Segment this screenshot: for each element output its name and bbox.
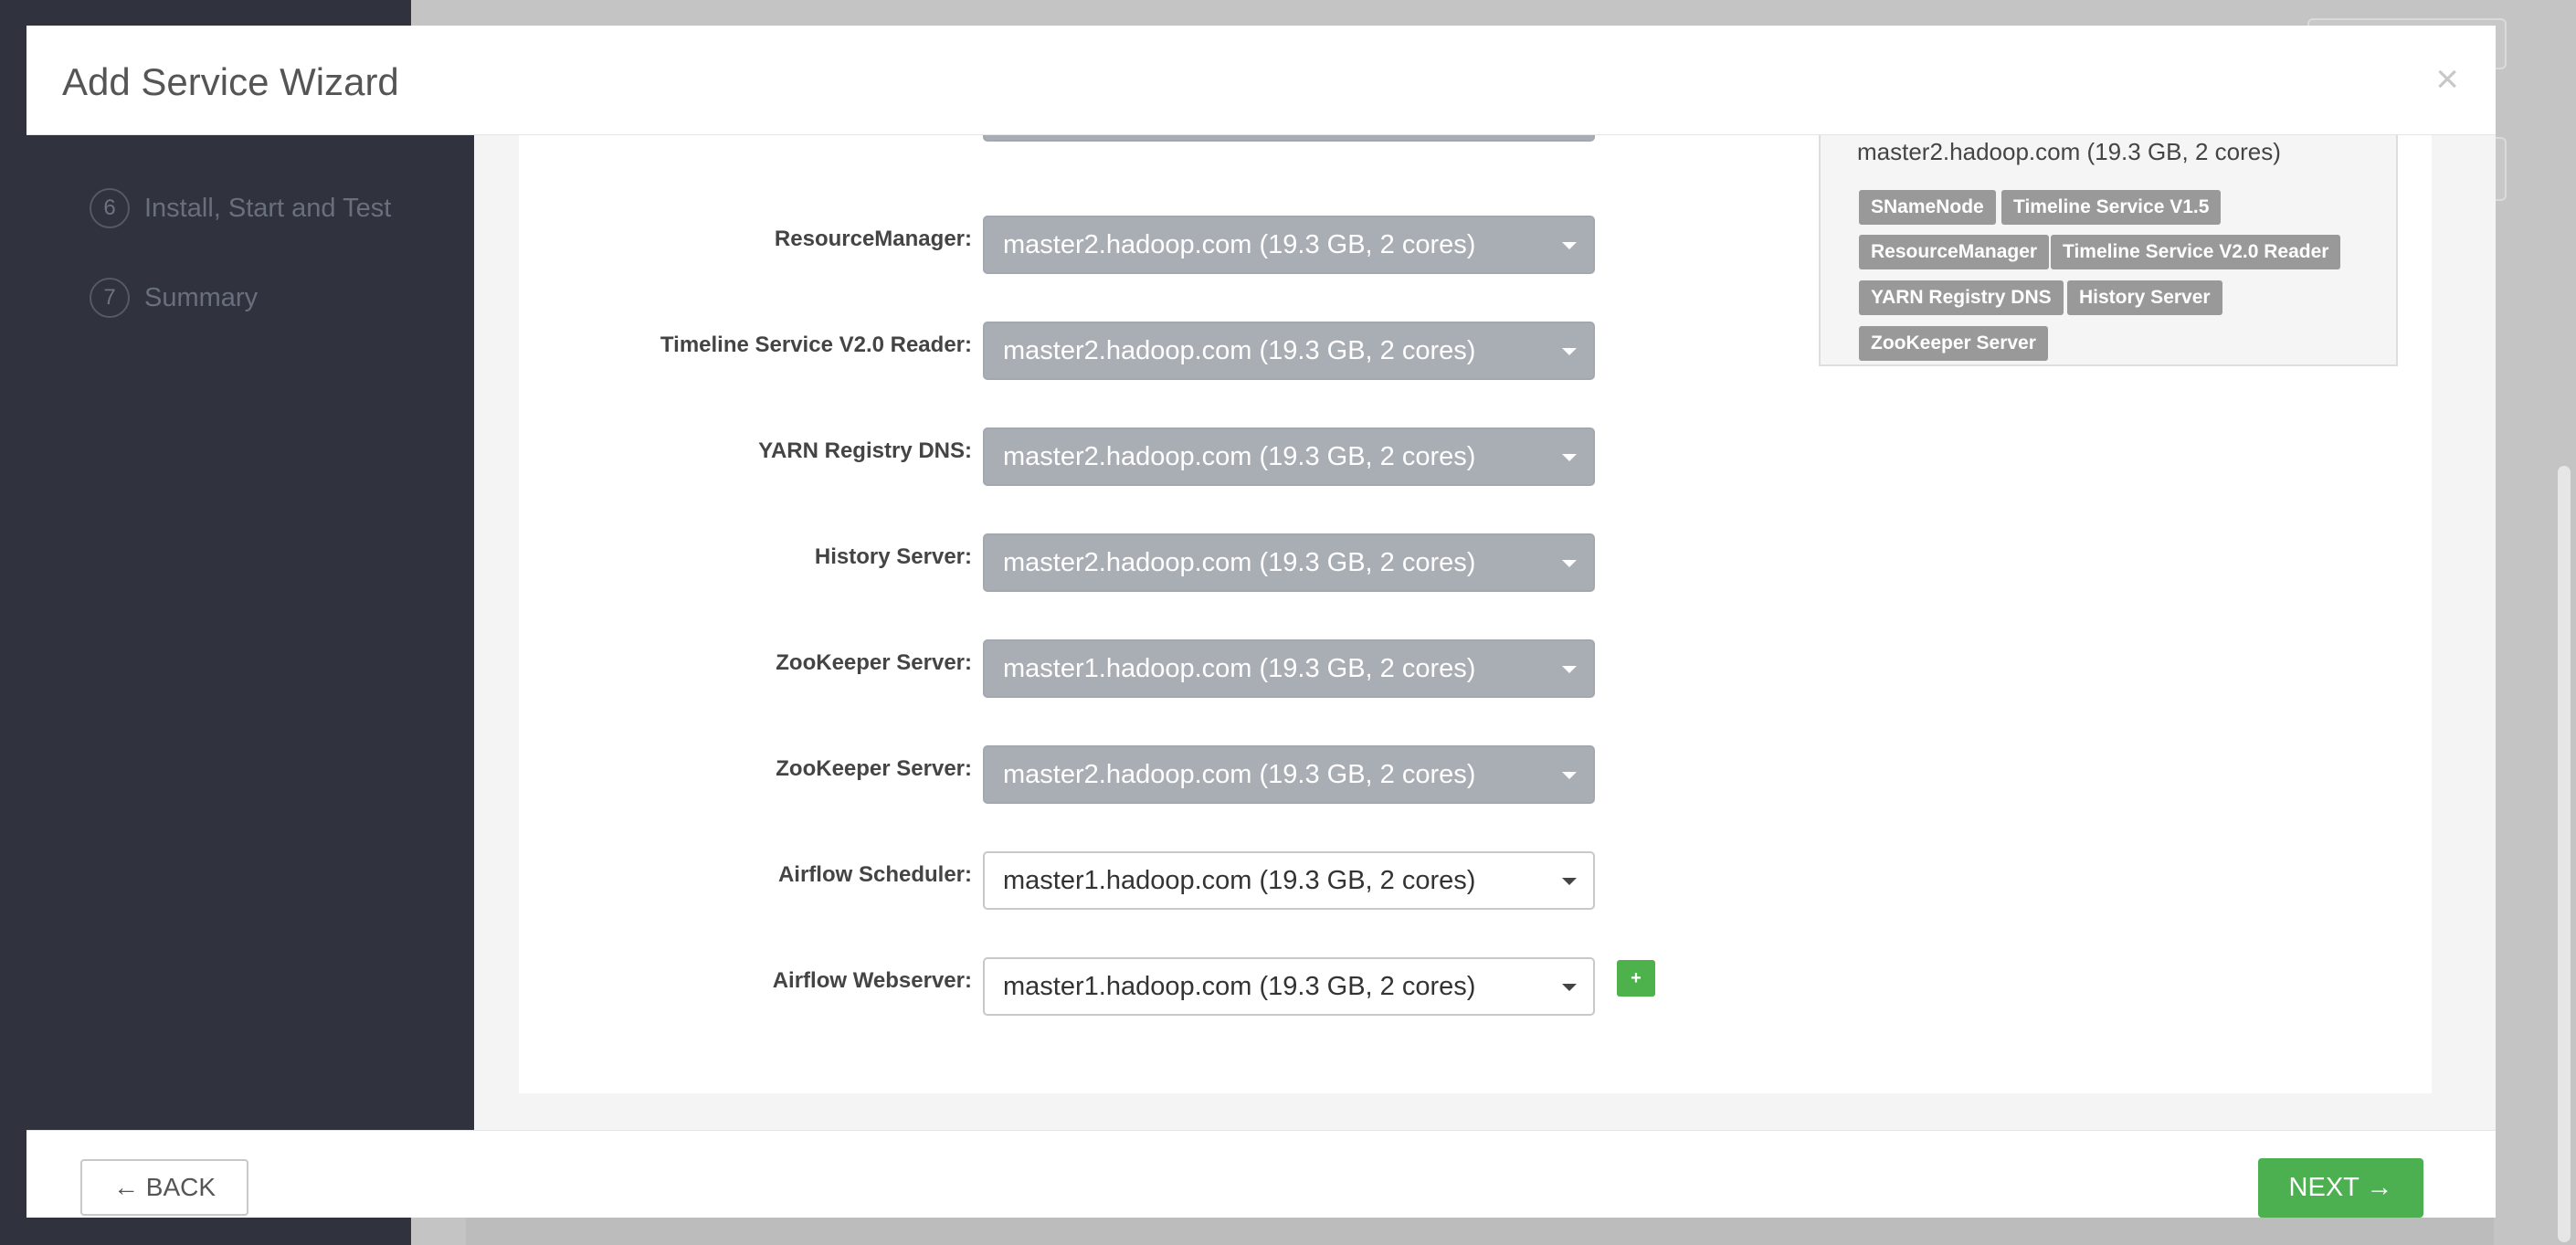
chevron-down-icon <box>1562 348 1577 355</box>
component-label: YARN Registry DNS: <box>758 438 972 463</box>
component-tag: ZooKeeper Server <box>1859 326 2048 361</box>
summary-host-name: master2.hadoop.com (19.3 GB, 2 cores) <box>1857 138 2281 165</box>
component-tag: ResourceManager <box>1859 235 2050 269</box>
component-label: Timeline Service V2.0 Reader: <box>660 332 972 357</box>
chevron-down-icon <box>1562 878 1577 885</box>
step-label: Install, Start and Test <box>144 193 392 223</box>
assign-masters-panel: ResourceManager: master2.hadoop.com (19.… <box>519 134 2432 1093</box>
host-summary-box: master2.hadoop.com (19.3 GB, 2 cores) SN… <box>1819 134 2398 366</box>
host-select-value: master2.hadoop.com (19.3 GB, 2 cores) <box>1003 441 1476 471</box>
component-label: ZooKeeper Server: <box>776 756 972 781</box>
step-label: Summary <box>144 282 259 312</box>
host-select[interactable]: master2.hadoop.com (19.3 GB, 2 cores) <box>983 533 1595 592</box>
component-label: Airflow Webserver: <box>772 968 972 993</box>
component-label: ZooKeeper Server: <box>776 650 972 675</box>
chevron-down-icon <box>1562 560 1577 567</box>
background-footer <box>466 1218 2494 1245</box>
close-icon[interactable]: × <box>2435 57 2459 102</box>
host-select[interactable]: master2.hadoop.com (19.3 GB, 2 cores) <box>983 322 1595 380</box>
host-select-partial[interactable] <box>983 134 1595 142</box>
chevron-down-icon <box>1562 772 1577 779</box>
host-select-value: master2.hadoop.com (19.3 GB, 2 cores) <box>1003 335 1476 365</box>
component-label: Airflow Scheduler: <box>777 862 972 887</box>
component-tag: SNameNode <box>1859 190 1996 225</box>
step-number: 6 <box>90 188 130 228</box>
host-select-value: master2.hadoop.com (19.3 GB, 2 cores) <box>1003 759 1476 789</box>
modal-title: Add Service Wizard <box>62 60 399 103</box>
chevron-down-icon <box>1562 666 1577 673</box>
host-select[interactable]: master2.hadoop.com (19.3 GB, 2 cores) <box>983 427 1595 486</box>
step-summary[interactable]: 7 Summary <box>90 272 258 323</box>
chevron-down-icon <box>1562 242 1577 249</box>
step-number: 7 <box>90 278 130 318</box>
component-label: History Server: <box>814 544 972 569</box>
host-select[interactable]: master2.hadoop.com (19.3 GB, 2 cores) <box>983 216 1595 274</box>
host-select[interactable]: master1.hadoop.com (19.3 GB, 2 cores) <box>983 851 1595 910</box>
add-service-wizard-modal: Add Service Wizard × 6 Install, Start an… <box>26 26 2496 1218</box>
page-scrollbar[interactable] <box>2558 466 2571 1242</box>
chevron-down-icon <box>1562 454 1577 461</box>
modal-header: Add Service Wizard × <box>26 26 2496 135</box>
wizard-content: ResourceManager: master2.hadoop.com (19.… <box>474 134 2496 1130</box>
host-select-value: master1.hadoop.com (19.3 GB, 2 cores) <box>1003 971 1476 1001</box>
host-select-value: master1.hadoop.com (19.3 GB, 2 cores) <box>1003 653 1476 683</box>
modal-footer: ← BACK NEXT → <box>26 1130 2496 1218</box>
host-select-value: master2.hadoop.com (19.3 GB, 2 cores) <box>1003 547 1476 577</box>
host-select[interactable]: master1.hadoop.com (19.3 GB, 2 cores) <box>983 639 1595 698</box>
host-select[interactable]: master2.hadoop.com (19.3 GB, 2 cores) <box>983 745 1595 804</box>
host-select-value: master2.hadoop.com (19.3 GB, 2 cores) <box>1003 229 1476 259</box>
component-tag: Timeline Service V1.5 <box>2001 190 2222 225</box>
next-button[interactable]: NEXT → <box>2258 1158 2423 1218</box>
chevron-down-icon <box>1562 984 1577 991</box>
add-component-button[interactable]: + <box>1617 960 1655 997</box>
host-select[interactable]: master1.hadoop.com (19.3 GB, 2 cores) <box>983 957 1595 1016</box>
host-select-value: master1.hadoop.com (19.3 GB, 2 cores) <box>1003 865 1476 895</box>
component-tag: Timeline Service V2.0 Reader <box>2051 235 2341 269</box>
component-tag: History Server <box>2067 280 2222 315</box>
component-label: ResourceManager: <box>774 227 972 251</box>
back-button[interactable]: ← BACK <box>80 1159 248 1216</box>
wizard-steps-sidebar: 6 Install, Start and Test 7 Summary <box>26 134 474 1130</box>
step-install-start-test[interactable]: 6 Install, Start and Test <box>90 183 391 234</box>
component-tag: YARN Registry DNS <box>1859 280 2064 315</box>
